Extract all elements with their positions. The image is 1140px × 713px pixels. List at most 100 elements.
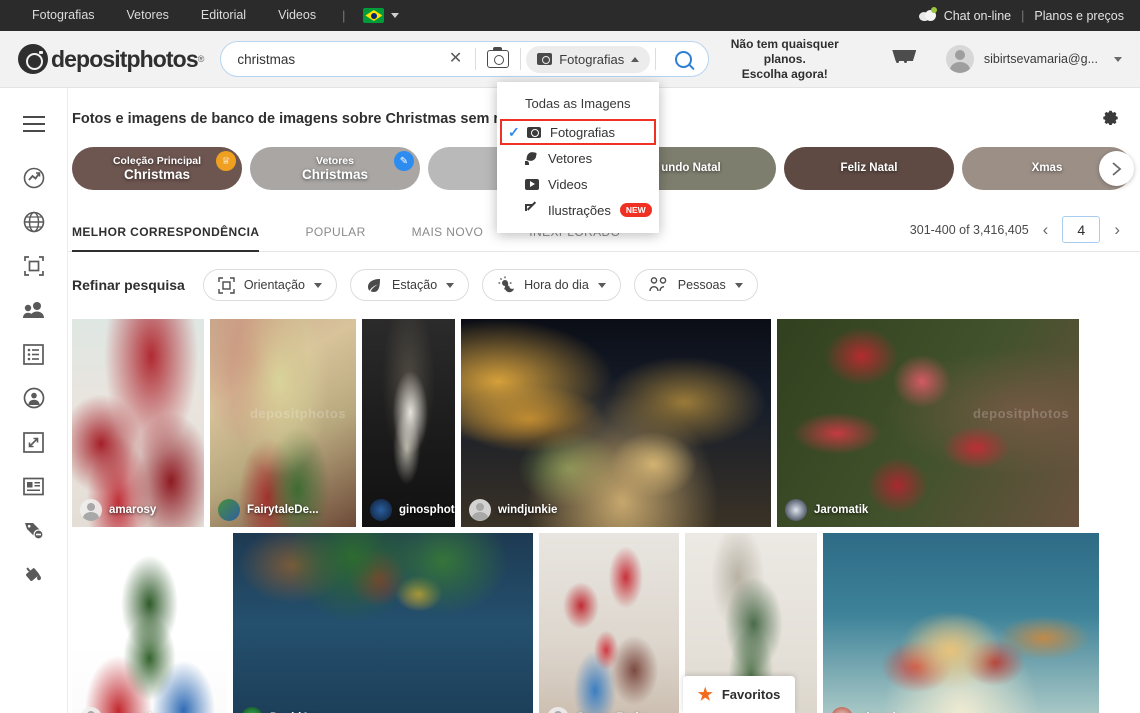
search-bar: ✕ Fotografias [220, 41, 710, 77]
chevron-left-icon[interactable]: ‹ [1043, 221, 1049, 238]
watermark: depositphotos [249, 406, 346, 422]
category-card[interactable]: Vetores Christmas ✎ [250, 147, 420, 190]
search-icon[interactable] [675, 50, 693, 68]
image-tile[interactable]: depositphotos FairytaleDe... [210, 319, 356, 527]
dropdown-item-videos[interactable]: Videos [497, 171, 659, 197]
author-attribution[interactable]: amarosy [80, 499, 156, 521]
brazil-flag-icon[interactable] [363, 8, 385, 23]
image-results-grid: amarosy depositphotos FairytaleDe... gin… [68, 319, 1140, 713]
sidebar-item-portrait[interactable] [0, 376, 68, 420]
content-type-selector[interactable]: Fotografias [526, 45, 651, 73]
author-attribution[interactable]: vimasi [831, 707, 896, 713]
tab-mais-novo[interactable]: MAIS NOVO [412, 225, 484, 251]
chevron-right-icon[interactable] [1099, 151, 1134, 186]
filter-pessoas[interactable]: Pessoas [633, 269, 758, 301]
dropdown-item-label: Ilustrações [548, 202, 611, 218]
author-attribution[interactable]: GeorgeRudy [547, 707, 645, 713]
plans-promo[interactable]: Não tem quaisquer planos. Escolha agora! [709, 37, 860, 82]
image-tile[interactable]: vimasi [823, 533, 1099, 713]
tab-melhor-correspondencia[interactable]: MELHOR CORRESPONDÊNCIA [72, 225, 260, 252]
gear-icon[interactable] [1101, 106, 1120, 130]
camera-search-icon[interactable] [487, 47, 510, 68]
divider [520, 48, 522, 70]
dropdown-header[interactable]: Todas as Imagens [497, 90, 659, 119]
account-email[interactable]: sibirtsevamaria@g... [984, 52, 1098, 66]
illustration-icon [525, 203, 539, 217]
hamburger-menu-icon[interactable] [0, 102, 68, 146]
chevron-down-icon[interactable] [391, 13, 400, 18]
tab-popular[interactable]: POPULAR [305, 225, 365, 251]
dropdown-item-vetores[interactable]: Vetores [497, 145, 659, 171]
top-nav: Fotografias Vetores Editorial Videos | [16, 0, 400, 31]
dropdown-item-label: Videos [548, 176, 588, 192]
close-icon[interactable]: ✕ [441, 51, 470, 67]
sidebar-item-card[interactable] [0, 464, 68, 508]
author-name: amarosy [109, 504, 157, 516]
category-line2: Feliz Natal [840, 162, 898, 174]
sidebar-item-paint-bucket[interactable] [0, 552, 68, 596]
avatar [218, 499, 240, 521]
avatar [469, 499, 491, 521]
filter-label: Pessoas [677, 278, 726, 292]
page-number-input[interactable]: 4 [1062, 216, 1101, 243]
pen-icon [525, 152, 539, 165]
search-input[interactable] [237, 51, 441, 67]
avatar[interactable] [945, 45, 974, 73]
chevron-down-icon[interactable] [1114, 56, 1122, 62]
top-nav-vetores[interactable]: Vetores [111, 0, 185, 31]
avatar [785, 499, 807, 521]
top-right-separator: | [1021, 8, 1025, 23]
photo-icon [537, 53, 553, 65]
image-tile[interactable]: GeorgeRudy [539, 533, 679, 713]
chevron-right-icon[interactable]: › [1114, 221, 1120, 238]
chat-icon [918, 6, 937, 23]
pricing-link[interactable]: Planos e preços [1034, 9, 1124, 23]
author-attribution[interactable]: FairytaleDe... [218, 499, 319, 521]
sidebar-item-crop-focus[interactable] [0, 244, 68, 288]
image-tile[interactable]: ginosphotos1 [362, 319, 455, 527]
author-attribution[interactable]: Jaromatik [785, 499, 868, 521]
author-attribution[interactable]: poznyakov [80, 707, 168, 713]
sidebar-item-trending[interactable] [0, 156, 68, 200]
author-attribution[interactable]: windjunkie [469, 499, 557, 521]
filter-estacao[interactable]: Estação [349, 269, 470, 301]
image-tile[interactable]: depositphotos Jaromatik [777, 319, 1079, 527]
filter-hora-do-dia[interactable]: Hora do dia [482, 269, 621, 301]
check-icon: ✓ [508, 123, 520, 140]
leaf-icon [367, 278, 380, 292]
top-nav-fotografias[interactable]: Fotografias [16, 0, 111, 31]
chat-online-link[interactable]: Chat on-line [944, 9, 1011, 23]
favorites-button[interactable]: ★ Favoritos [683, 676, 795, 713]
category-card[interactable]: Coleção Principal Christmas ♕ [72, 147, 242, 190]
image-tile[interactable]: amarosy [72, 319, 204, 527]
favorites-label: Favoritos [721, 687, 781, 702]
sidebar-item-tag-off[interactable] [0, 508, 68, 552]
author-name: ginosphotos1 [399, 504, 455, 516]
sidebar-item-list[interactable] [0, 332, 68, 376]
divider [655, 48, 657, 70]
author-attribution[interactable]: ginosphotos1 [370, 499, 455, 521]
top-nav-videos[interactable]: Videos [262, 0, 332, 31]
image-tile[interactable]: poznyakov [72, 533, 227, 713]
category-line2: Xmas [1031, 162, 1063, 174]
chevron-down-icon [734, 282, 743, 288]
depositphotos-logo[interactable]: depositphotos ® [18, 44, 204, 74]
author-attribution[interactable]: DavidArts [241, 707, 324, 713]
dropdown-item-ilustracoes[interactable]: Ilustrações NEW [497, 197, 659, 223]
category-line2: Christmas [301, 166, 369, 182]
top-nav-editorial[interactable]: Editorial [185, 0, 262, 31]
sidebar-item-globe[interactable] [0, 200, 68, 244]
cart-icon[interactable] [890, 50, 916, 68]
dropdown-item-fotografias[interactable]: ✓ Fotografias [500, 119, 656, 145]
category-card[interactable]: Feliz Natal [784, 147, 954, 190]
pagination: 301-400 of 3,416,405 ‹ 4 › [910, 216, 1120, 251]
filter-orientacao[interactable]: Orientação [202, 269, 337, 301]
image-tile[interactable]: windjunkie [461, 319, 771, 527]
content-type-dropdown: Todas as Imagens ✓ Fotografias Vetores V… [497, 82, 659, 233]
chevron-down-icon [597, 282, 606, 288]
refine-label: Refinar pesquisa [72, 277, 185, 293]
sidebar-item-expand[interactable] [0, 420, 68, 464]
avatar [831, 707, 853, 713]
image-tile[interactable]: DavidArts [233, 533, 533, 713]
sidebar-item-people[interactable] [0, 288, 68, 332]
